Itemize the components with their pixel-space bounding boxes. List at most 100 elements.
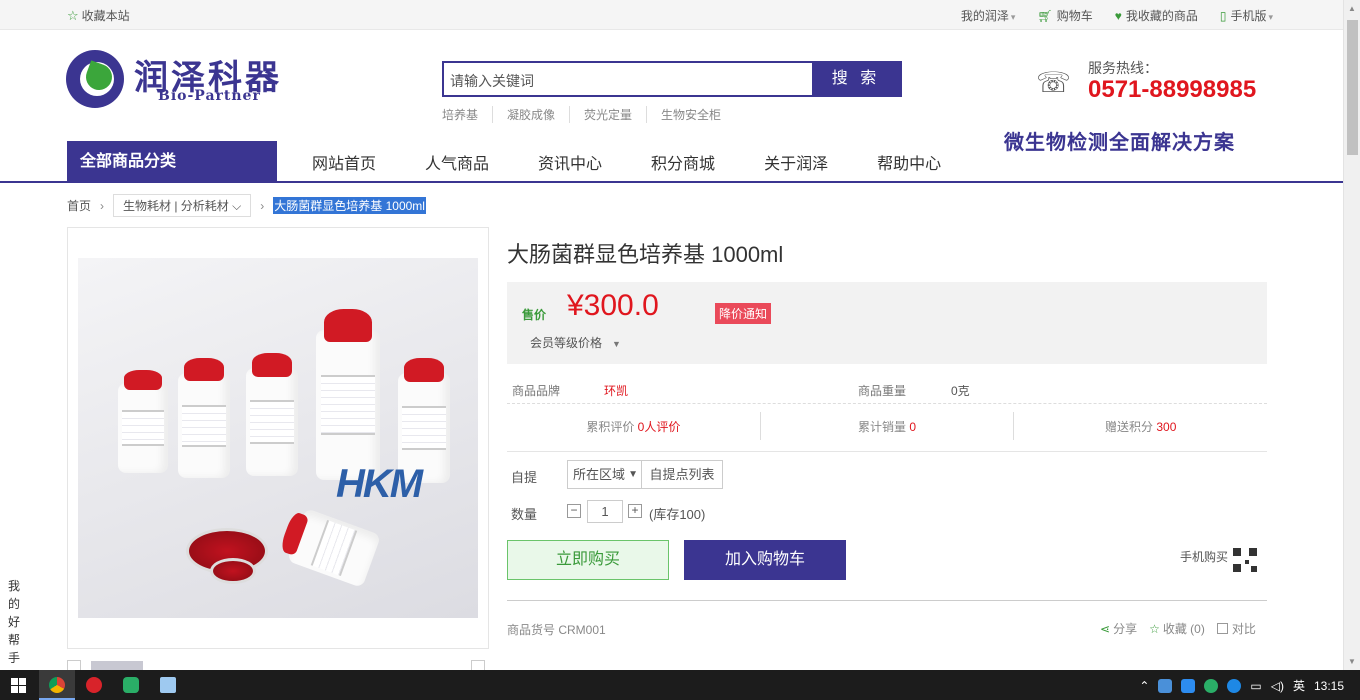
stat-value[interactable]: 0人评价 <box>638 420 681 434</box>
scrollbar-thumb[interactable] <box>1347 20 1358 155</box>
qr-code-icon[interactable] <box>1233 548 1257 572</box>
chevron-down-icon: ▾ <box>1268 12 1273 22</box>
product-gallery: HKM <box>67 227 489 649</box>
pickup-list-button[interactable]: 自提点列表 <box>641 460 723 489</box>
breadcrumb-home[interactable]: 首页 <box>67 197 91 214</box>
helper-char: 帮 <box>8 633 21 647</box>
breadcrumb-current: 大肠菌群显色培养基 1000ml <box>273 197 426 214</box>
share-button[interactable]: ⋖ 分享 <box>1100 620 1137 637</box>
compare-label: 对比 <box>1231 622 1256 636</box>
nav-item-help[interactable]: 帮助中心 <box>877 150 941 174</box>
product-stats: 累积评价 0人评价 累计销量 0 赠送积分 300 <box>507 412 1267 452</box>
hot-keyword[interactable]: 凝胶成像 <box>492 106 569 123</box>
compare-checkbox[interactable]: 对比 <box>1216 620 1256 637</box>
nav-item-news[interactable]: 资讯中心 <box>538 150 602 174</box>
scroll-down-icon[interactable]: ▼ <box>1348 657 1356 666</box>
favorites-link[interactable]: ♥ 我收藏的商品 <box>1115 7 1198 24</box>
page-scrollbar[interactable]: ▲ ▼ <box>1343 0 1360 670</box>
breadcrumb-category-dropdown[interactable]: 生物耗材 | 分析耗材 ⌵ <box>113 194 252 217</box>
cart-link[interactable]: 🛒︎ 购物车 <box>1037 7 1092 24</box>
search-input[interactable]: 请输入关键词 <box>450 71 534 91</box>
mobile-buy-label: 手机购买 <box>1180 550 1229 564</box>
member-price-dropdown[interactable]: 会员等级价格 ▼ <box>530 334 621 351</box>
stat-points: 赠送积分 300 <box>1014 412 1267 440</box>
thumbnail-strip <box>67 658 489 670</box>
chevron-right-icon: › <box>100 198 105 213</box>
add-to-cart-button[interactable]: 加入购物车 <box>684 540 846 580</box>
helper-char: 我 <box>8 579 21 593</box>
quantity-input[interactable]: 1 <box>587 500 623 523</box>
taskbar-app-netease[interactable] <box>76 670 112 700</box>
os-taskbar: ⌃ ▭ ◁) 英 13:15 <box>0 670 1360 700</box>
brand-label: 商品品牌 <box>512 384 561 398</box>
product-actions: ⋖ 分享 ☆ 收藏 (0) 对比 <box>1100 620 1256 637</box>
share-label: 分享 <box>1113 622 1138 636</box>
chevron-down-icon: ⌵ <box>232 199 242 213</box>
taskbar-app-chrome[interactable] <box>39 670 75 700</box>
quantity-decrease-button[interactable]: − <box>567 504 581 518</box>
stock-count: (库存100) <box>649 507 706 522</box>
tray-app-icon[interactable] <box>1181 678 1196 693</box>
member-price-label: 会员等级价格 <box>530 336 603 350</box>
clock[interactable]: 13:15 <box>1314 679 1344 693</box>
top-bar: ☆ 收藏本站 我的润泽 ▾ 🛒︎ 购物车 ♥ 我收藏的商品 ▯ 手机版 ▾ <box>0 0 1343 30</box>
price-label: 售价 <box>522 308 547 322</box>
search-button[interactable]: 搜 索 <box>812 63 900 95</box>
scroll-up-icon[interactable]: ▲ <box>1348 4 1356 13</box>
ime-indicator[interactable]: 英 <box>1293 677 1305 694</box>
netease-music-icon <box>86 677 102 693</box>
nav-item-home[interactable]: 网站首页 <box>312 150 376 174</box>
side-helper-tab[interactable]: 我 的 好 帮 手 <box>8 577 22 667</box>
star-icon: ☆ <box>1149 622 1160 636</box>
thumbnail-image[interactable] <box>91 661 143 670</box>
chevron-down-icon: ▾ <box>1010 12 1016 22</box>
nav-item-popular[interactable]: 人气商品 <box>425 150 489 174</box>
site-logo[interactable]: 润泽科器 Bio-Partner <box>66 50 296 110</box>
price-box: 售价 ¥300.0 降价通知 会员等级价格 ▼ <box>507 282 1267 364</box>
price-drop-notice-button[interactable]: 降价通知 <box>715 303 772 324</box>
wechat-icon <box>123 677 139 693</box>
region-select-value: 所在区域 <box>573 467 626 482</box>
volume-icon[interactable]: ◁) <box>1271 679 1284 693</box>
taskbar-app-wechat[interactable] <box>113 670 149 700</box>
nav-item-about[interactable]: 关于润泽 <box>764 150 828 174</box>
wechat-tray-icon[interactable] <box>1204 678 1219 693</box>
product-image[interactable]: HKM <box>78 258 478 618</box>
buy-now-button[interactable]: 立即购买 <box>507 540 669 580</box>
taskbar-app-notepad[interactable] <box>150 670 186 700</box>
thumbnail-next-icon[interactable] <box>471 660 485 670</box>
chevron-up-icon[interactable]: ⌃ <box>1139 679 1149 693</box>
hot-keyword[interactable]: 荧光定量 <box>569 106 646 123</box>
product-image-brand-mark: HKM <box>336 462 423 506</box>
heart-icon: ♥ <box>1114 9 1122 23</box>
petri-dish-image <box>210 558 256 584</box>
collect-button[interactable]: ☆ 收藏 (0) <box>1149 620 1205 637</box>
quantity-increase-button[interactable]: + <box>628 504 642 518</box>
brand-value[interactable]: 环凯 <box>604 382 628 399</box>
hot-keywords: 培养基 凝胶成像 荧光定量 生物安全柜 <box>442 106 735 123</box>
product-title: 大肠菌群显色培养基 1000ml <box>507 242 784 267</box>
cart-icon: 🛒︎ <box>1037 9 1053 23</box>
region-select[interactable]: 所在区域 ▼ <box>567 460 643 489</box>
favorites-label: 我收藏的商品 <box>1125 9 1198 23</box>
hotline-number: 0571-88998985 <box>1088 76 1257 103</box>
product-price: ¥300.0 <box>567 289 659 322</box>
all-categories-button[interactable]: 全部商品分类 <box>67 141 277 182</box>
hot-keyword[interactable]: 培养基 <box>442 106 492 123</box>
bottle-image <box>118 370 168 473</box>
tray-app-icon[interactable] <box>1158 678 1173 693</box>
breadcrumb: 首页 › 生物耗材 | 分析耗材 ⌵ › 大肠菌群显色培养基 1000ml <box>67 194 426 217</box>
favorite-site-link[interactable]: ☆ 收藏本站 <box>67 7 130 24</box>
tray-app-icon[interactable] <box>1227 678 1242 693</box>
nav-item-points-mall[interactable]: 积分商城 <box>651 150 715 174</box>
my-account-link[interactable]: 我的润泽 ▾ <box>961 7 1016 24</box>
phone-icon: ▯ <box>1219 9 1227 23</box>
hot-keyword[interactable]: 生物安全柜 <box>646 106 735 123</box>
thumbnail-prev-icon[interactable] <box>67 660 81 670</box>
top-links: 我的润泽 ▾ 🛒︎ 购物车 ♥ 我收藏的商品 ▯ 手机版 ▾ <box>961 7 1273 24</box>
caret-down-icon: ▼ <box>612 339 621 349</box>
network-icon[interactable]: ▭ <box>1250 679 1261 693</box>
windows-start-icon[interactable] <box>11 678 26 693</box>
mobile-version-link[interactable]: ▯ 手机版 ▾ <box>1220 7 1273 24</box>
mobile-version-label: 手机版 <box>1230 9 1267 23</box>
